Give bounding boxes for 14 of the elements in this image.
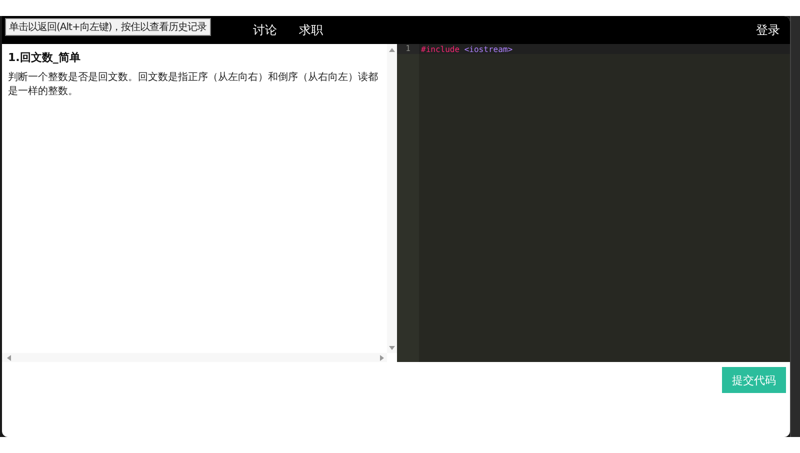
nav-link[interactable]: 求职 <box>288 22 334 38</box>
problem-title: 1.回文数_简单 <box>8 50 82 65</box>
scroll-up-icon[interactable] <box>389 47 395 53</box>
login-link[interactable]: 登录 <box>756 22 780 38</box>
line-number: 1 <box>397 44 419 54</box>
horizontal-scrollbar[interactable] <box>2 353 387 362</box>
scroll-down-icon[interactable] <box>389 345 395 351</box>
scroll-left-icon[interactable] <box>6 355 12 361</box>
tooltip: 单击以返回(Alt+向左键)，按住以查看历史记录 <box>5 18 211 36</box>
nav-link[interactable]: 讨论 <box>242 22 288 38</box>
scroll-right-icon[interactable] <box>379 355 385 361</box>
problem-description: 判断一个整数是否是回文数。回文数是指正序（从左向右）和倒序（从右向左）读都是一样的整数。 <box>8 71 379 99</box>
vertical-scrollbar[interactable] <box>387 44 397 353</box>
code-editor[interactable]: 1 #include <iostream> <box>397 44 790 362</box>
